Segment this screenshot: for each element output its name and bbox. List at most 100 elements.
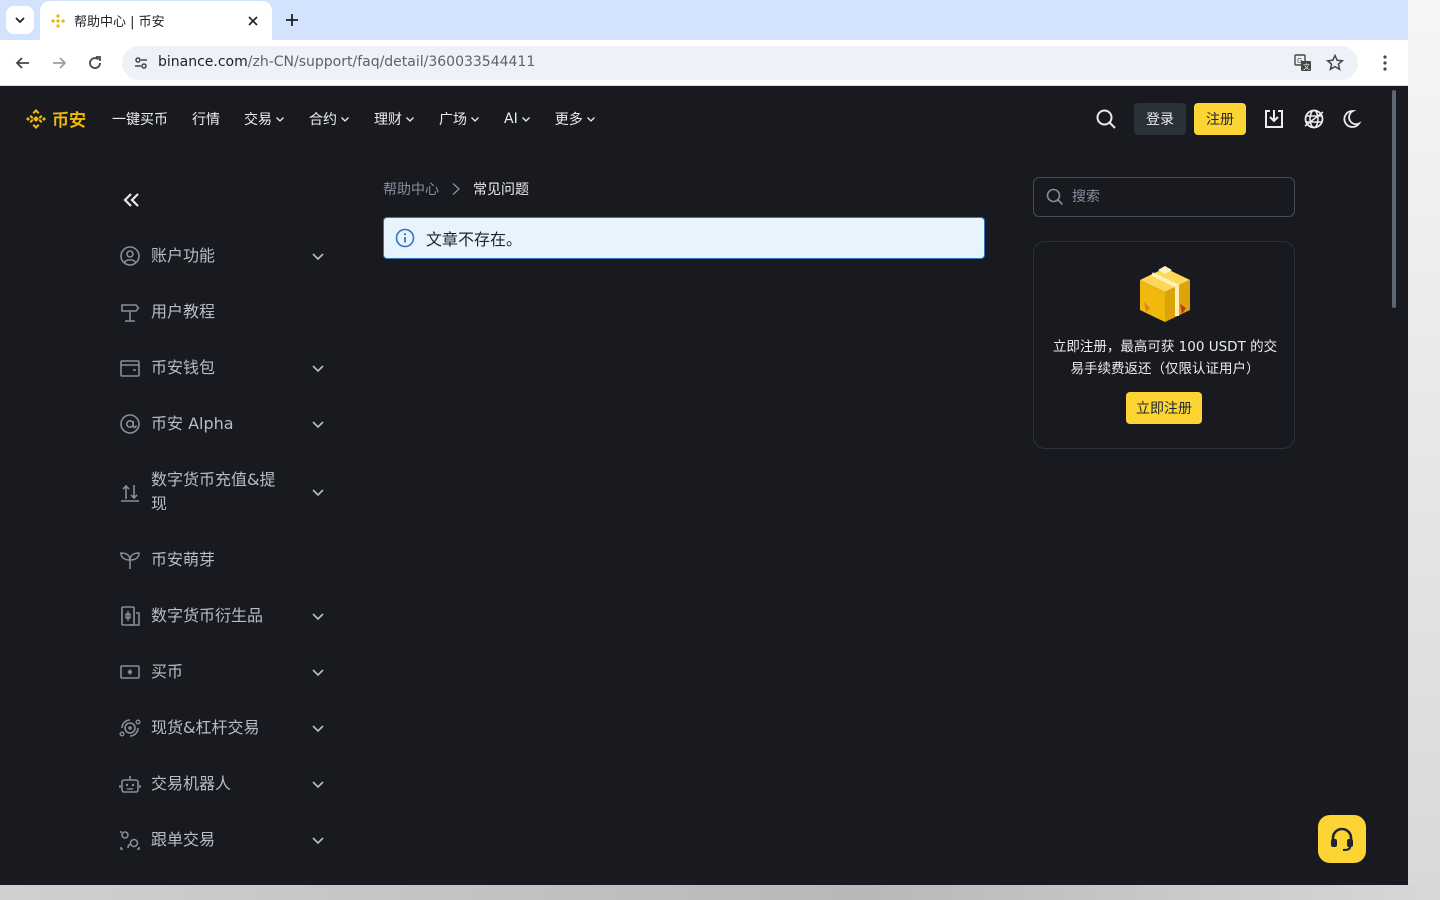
back-button[interactable]: [10, 50, 36, 76]
nav-item-futures[interactable]: 合约: [309, 109, 350, 129]
chevron-down-icon[interactable]: [308, 774, 328, 794]
desktop-background: [1408, 0, 1440, 900]
moon-icon[interactable]: [1342, 107, 1366, 131]
chevron-down-icon[interactable]: [308, 718, 328, 738]
sidebar-item-account[interactable]: 账户功能: [118, 244, 328, 268]
chevron-down-icon[interactable]: [308, 358, 328, 378]
nav-label: 理财: [374, 112, 402, 128]
svg-text:G: G: [1297, 57, 1302, 65]
main-nav: 一键买币 行情 交易 合约 理财 广场 AI 更多: [112, 109, 620, 129]
more-vertical-icon: [1383, 55, 1387, 71]
tab-search-button[interactable]: [6, 6, 34, 34]
sidebar-item-label: 用户教程: [151, 302, 216, 321]
deposit-withdraw-icon: [118, 480, 142, 504]
reload-icon: [89, 56, 101, 69]
nav-item-quick-buy[interactable]: 一键买币: [112, 109, 168, 129]
new-tab-button[interactable]: [280, 8, 304, 32]
tab-strip: 帮助中心 | 币安: [0, 0, 1408, 40]
chevron-down-icon: [340, 114, 350, 124]
breadcrumb: 帮助中心 常见问题: [383, 179, 529, 199]
sidebar-item-spot-margin[interactable]: 现货&杠杆交易: [118, 716, 328, 740]
chevron-down-icon: [15, 17, 25, 24]
globe-icon[interactable]: [1302, 107, 1326, 131]
browser-menu-button[interactable]: [1374, 51, 1396, 75]
login-button[interactable]: 登录: [1134, 103, 1186, 135]
help-search-input[interactable]: [1072, 189, 1272, 205]
promo-register-button[interactable]: 立即注册: [1126, 392, 1202, 424]
browser-toolbar: binance.com/zh-CN/support/faq/detail/360…: [0, 40, 1408, 86]
tab-close-icon[interactable]: [244, 12, 262, 30]
nav-item-earn[interactable]: 理财: [374, 109, 415, 129]
signpost-icon: [118, 300, 142, 324]
reload-button[interactable]: [82, 50, 108, 76]
chevron-down-icon: [521, 114, 531, 124]
translate-icon[interactable]: G文: [1292, 52, 1314, 74]
nav-item-ai[interactable]: AI: [504, 111, 531, 127]
nav-item-trade[interactable]: 交易: [244, 109, 285, 129]
chevron-down-icon[interactable]: [308, 830, 328, 850]
promo-text: 立即注册，最高可获 100 USDT 的交易手续费返还（仅限认证用户）: [1052, 339, 1278, 377]
robot-icon: [118, 772, 142, 796]
chevron-down-icon[interactable]: [308, 662, 328, 682]
arrow-left-icon: [15, 57, 29, 69]
gift-box-icon: [1140, 266, 1190, 322]
sidebar-item-label: 币安萌芽: [151, 550, 216, 569]
logo-text: 币安: [52, 111, 86, 131]
browser-tab-active[interactable]: 帮助中心 | 币安: [40, 1, 272, 40]
collapse-sidebar-button[interactable]: [120, 189, 142, 211]
headset-icon: [1331, 827, 1353, 851]
alert-message: 文章不存在。: [426, 230, 523, 249]
sidebar-item-wallet[interactable]: 币安钱包: [118, 356, 328, 380]
nav-label: 一键买币: [112, 112, 168, 128]
sidebar-item-label: 账户功能: [151, 246, 216, 265]
binance-logo[interactable]: 币安: [24, 106, 86, 131]
download-icon[interactable]: [1262, 107, 1286, 131]
chevron-down-icon[interactable]: [308, 414, 328, 434]
forward-button[interactable]: [46, 50, 72, 76]
sidebar-item-derivatives[interactable]: 数字货币衍生品: [118, 604, 328, 628]
arrow-right-icon: [53, 57, 67, 69]
nav-item-markets[interactable]: 行情: [192, 109, 220, 129]
help-search-box[interactable]: [1033, 177, 1295, 217]
chevron-right-icon: [451, 182, 461, 196]
page: 币安 一键买币 行情 交易 合约 理财 广场 AI 更多 登录 注册 账户功能 …: [0, 87, 1400, 885]
chevron-down-icon[interactable]: [308, 606, 328, 626]
sidebar-item-deposit-withdraw[interactable]: 数字货币充值&提现: [118, 468, 328, 516]
breadcrumb-current: 常见问题: [473, 182, 529, 198]
sidebar-item-launchpool[interactable]: 币安萌芽: [118, 548, 328, 572]
customer-support-button[interactable]: [1318, 815, 1366, 863]
breadcrumb-home-link[interactable]: 帮助中心: [383, 179, 439, 199]
sidebar-item-label: 数字货币充值&提现: [151, 470, 276, 513]
search-icon[interactable]: [1094, 107, 1118, 131]
sidebar-item-label: 数字货币衍生品: [151, 606, 264, 625]
sidebar-item-label: 币安 Alpha: [151, 414, 234, 433]
site-info-icon[interactable]: [130, 52, 152, 74]
nav-label: 行情: [192, 112, 220, 128]
sidebar-item-copy-trading[interactable]: 跟单交易: [118, 828, 328, 852]
derivatives-icon: [118, 604, 142, 628]
chevron-down-icon[interactable]: [308, 482, 328, 502]
nav-label: 合约: [309, 112, 337, 128]
register-button[interactable]: 注册: [1194, 103, 1246, 135]
chevron-down-icon: [405, 114, 415, 124]
copy-trading-icon: [118, 828, 142, 852]
sidebar-item-buy-crypto[interactable]: 买币: [118, 660, 328, 684]
sidebar-item-tutorials[interactable]: 用户教程: [118, 300, 328, 324]
nav-item-square[interactable]: 广场: [439, 109, 480, 129]
double-chevron-left-icon: [123, 193, 139, 207]
sidebar-item-alpha[interactable]: 币安 Alpha: [118, 412, 328, 436]
cash-icon: [118, 660, 142, 684]
sidebar-item-trading-bots[interactable]: 交易机器人: [118, 772, 328, 796]
url-path: /zh-CN/support/faq/detail/360033544411: [247, 54, 536, 70]
tab-title: 帮助中心 | 币安: [74, 15, 165, 30]
url-host: binance.com: [158, 54, 248, 70]
sidebar-item-label: 交易机器人: [151, 774, 232, 793]
sidebar-item-label: 现货&杠杆交易: [151, 718, 260, 737]
bookmark-star-icon[interactable]: [1324, 52, 1346, 74]
page-scrollbar-thumb[interactable]: [1392, 90, 1396, 308]
address-bar[interactable]: binance.com/zh-CN/support/faq/detail/360…: [122, 46, 1358, 80]
chevron-down-icon: [586, 114, 596, 124]
nav-item-more[interactable]: 更多: [555, 109, 596, 129]
chevron-down-icon[interactable]: [308, 246, 328, 266]
signup-promo-card: 立即注册，最高可获 100 USDT 的交易手续费返还（仅限认证用户） 立即注册: [1033, 241, 1295, 449]
